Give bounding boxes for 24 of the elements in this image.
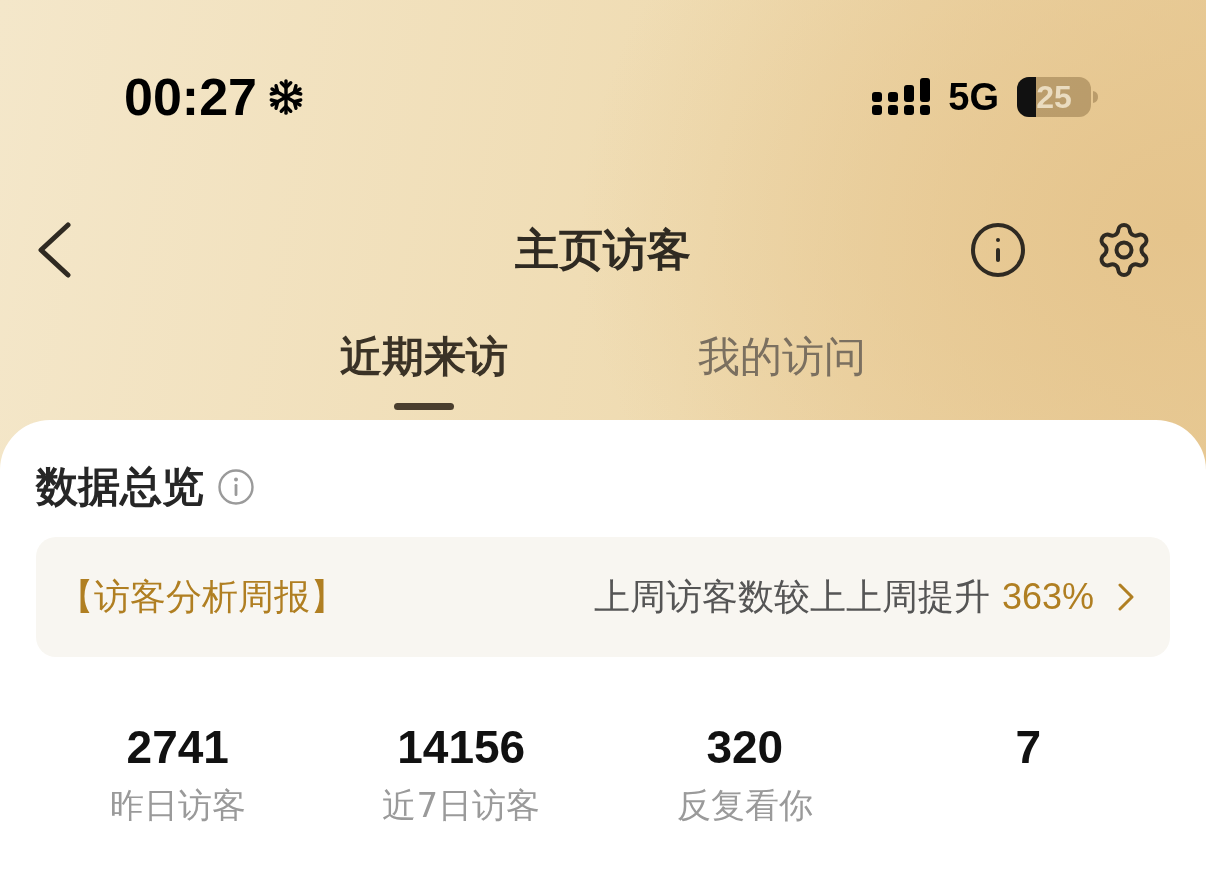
- tab[interactable]: 近期来访: [340, 332, 508, 382]
- chevron-right-icon: [1118, 583, 1134, 611]
- stat-value: 320: [706, 721, 784, 773]
- page-title: 主页访客: [515, 223, 691, 277]
- stat-value: 2741: [126, 721, 229, 773]
- stat-value: 7: [1015, 721, 1042, 773]
- stat-label: 昨日访客: [109, 784, 246, 827]
- back-button[interactable]: [36, 222, 72, 278]
- info-icon[interactable]: [218, 469, 254, 505]
- status-time: 00:27: [124, 71, 257, 123]
- tab-indicator: [394, 403, 454, 410]
- signal-icon: [872, 78, 931, 116]
- battery-tip-icon: [1093, 91, 1098, 103]
- weekly-report-banner[interactable]: 【访客分析周报】 上周访客数较上上周提升 363%: [36, 537, 1170, 657]
- report-summary: 上周访客数较上上周提升 363%: [593, 574, 1094, 619]
- snowflake-icon: [267, 77, 305, 117]
- report-tag: 【访客分析周报】: [58, 572, 346, 622]
- info-button[interactable]: [968, 220, 1028, 280]
- stat-label: 反复看你: [676, 784, 813, 827]
- section-title: 数据总览: [36, 462, 204, 512]
- stat-value: 14156: [397, 721, 526, 773]
- network-label: 5G: [948, 78, 999, 116]
- stat-label: 近7日访客: [382, 784, 541, 827]
- battery-indicator: 25: [1017, 77, 1091, 117]
